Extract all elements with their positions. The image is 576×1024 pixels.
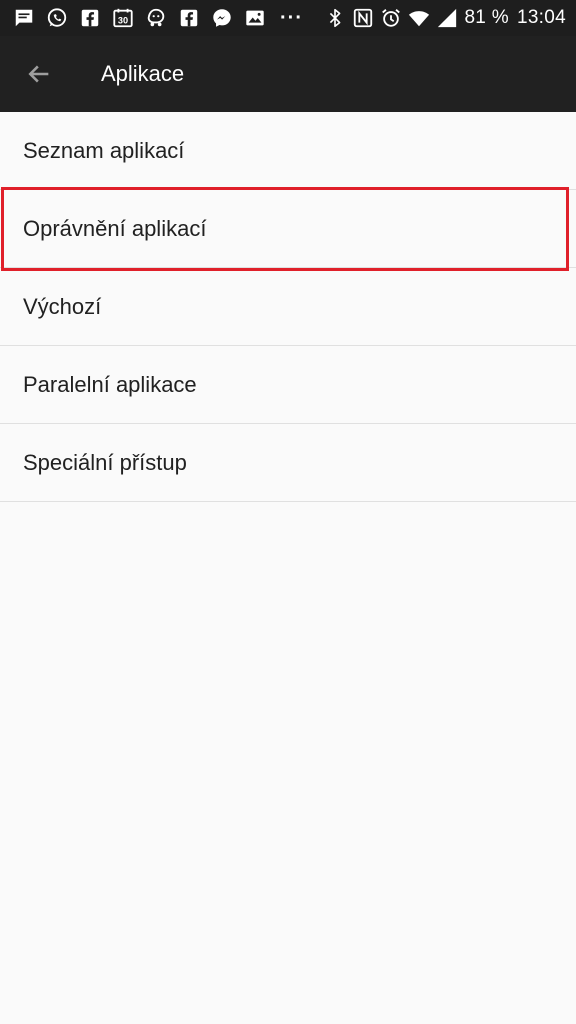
wifi-icon — [408, 6, 430, 30]
list-item-defaults[interactable]: Výchozí — [0, 268, 576, 346]
app-toolbar: Aplikace — [0, 36, 576, 112]
list-item-label: Speciální přístup — [23, 449, 187, 475]
system-icons: 81 % 13:04 — [324, 6, 566, 30]
list-item-app-permissions[interactable]: Oprávnění aplikací — [0, 190, 576, 268]
list-item-label: Výchozí — [23, 293, 102, 319]
battery-percent: 81 % — [464, 7, 509, 28]
screen: 30 ··· 81 % 13:04 Aplikace Seznam aplika… — [0, 0, 576, 1024]
facebook-icon — [177, 6, 201, 30]
page-title: Aplikace — [101, 61, 185, 86]
list-item-label: Oprávnění aplikací — [23, 215, 207, 241]
list-item-label: Paralelní aplikace — [23, 371, 197, 397]
back-button[interactable] — [19, 54, 59, 94]
list-item-special-access[interactable]: Speciální přístup — [0, 424, 576, 502]
calendar-day: 30 — [118, 16, 128, 26]
waze-icon — [144, 6, 168, 30]
alarm-icon — [380, 6, 402, 30]
list-item-label: Seznam aplikací — [23, 137, 185, 163]
image-icon — [243, 6, 267, 30]
calendar-icon: 30 — [111, 6, 135, 30]
more-notifications-icon: ··· — [280, 6, 303, 29]
status-bar: 30 ··· 81 % 13:04 — [0, 0, 576, 36]
facebook-icon — [78, 6, 102, 30]
nfc-icon — [352, 6, 374, 30]
list-item-app-list[interactable]: Seznam aplikací — [0, 112, 576, 190]
notification-icons: 30 ··· — [12, 6, 307, 30]
settings-list: Seznam aplikací Oprávnění aplikací Výcho… — [0, 112, 576, 502]
list-item-parallel-apps[interactable]: Paralelní aplikace — [0, 346, 576, 424]
bluetooth-icon — [324, 6, 346, 30]
message-icon — [12, 6, 36, 30]
arrow-left-icon — [28, 65, 49, 83]
signal-icon — [436, 6, 458, 30]
clock: 13:04 — [516, 7, 566, 28]
messenger-icon — [210, 6, 234, 30]
whatsapp-icon — [45, 6, 69, 30]
